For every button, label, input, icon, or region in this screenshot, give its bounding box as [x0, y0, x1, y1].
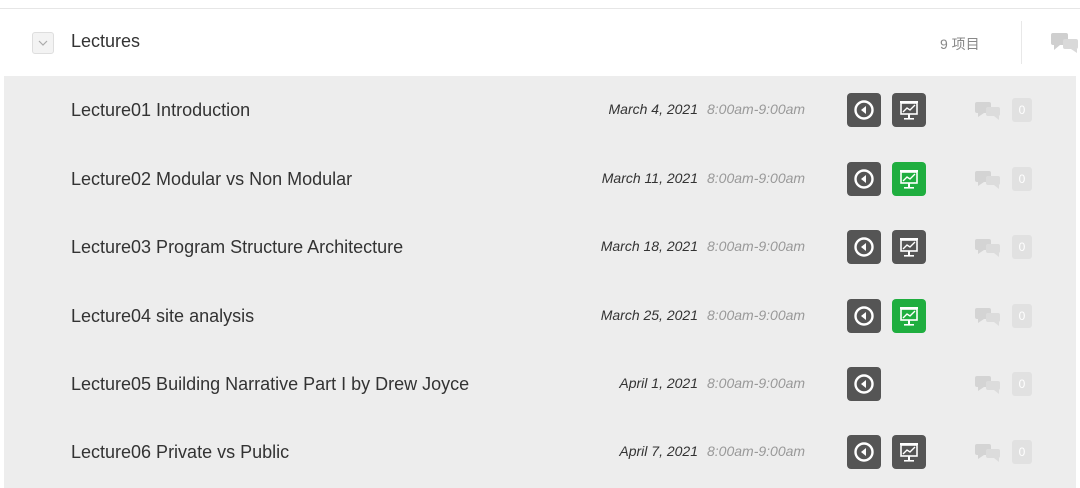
lecture-date: March 11, 2021	[601, 170, 698, 186]
lecture-date: March 25, 2021	[600, 307, 698, 323]
video-button[interactable]	[847, 435, 881, 469]
video-button[interactable]	[847, 93, 881, 127]
comments-icon[interactable]	[974, 375, 1004, 400]
video-button[interactable]	[847, 299, 881, 333]
play-back-circle-icon	[854, 100, 874, 120]
lecture-time: 8:00am-9:00am	[707, 375, 806, 391]
comments-icon[interactable]	[974, 101, 1004, 126]
slides-button[interactable]	[892, 435, 926, 469]
lecture-row: Lecture02 Modular vs Non Modular March 11…	[4, 145, 1076, 213]
lecture-row: Lecture06 Private vs Public April 7, 2021…	[4, 418, 1076, 486]
play-back-circle-icon	[854, 374, 874, 394]
presentation-icon	[900, 170, 918, 189]
presentation-icon	[900, 443, 918, 462]
lecture-time: 8:00am-9:00am	[707, 443, 806, 459]
item-count: 9 项目	[940, 36, 980, 52]
lecture-date: April 7, 2021	[619, 443, 698, 459]
comment-count-badge: 0	[1012, 235, 1032, 259]
slides-button[interactable]	[892, 162, 926, 196]
slides-button[interactable]	[892, 230, 926, 264]
lecture-date: April 1, 2021	[619, 375, 698, 391]
presentation-icon	[900, 101, 918, 120]
lecture-row: Lecture05 Building Narrative Part I by D…	[4, 350, 1076, 418]
lecture-title-link[interactable]: Lecture06 Private vs Public	[71, 442, 289, 463]
lecture-title-link[interactable]: Lecture02 Modular vs Non Modular	[71, 169, 352, 190]
lecture-list: Lecture01 Introduction March 4, 2021 8:00a…	[4, 76, 1076, 488]
play-back-circle-icon	[854, 237, 874, 257]
collapse-toggle-button[interactable]	[32, 32, 54, 54]
lecture-time: 8:00am-9:00am	[707, 238, 806, 254]
comments-icon[interactable]	[974, 238, 1004, 263]
header-divider	[1021, 21, 1022, 64]
comment-count-badge: 0	[1012, 167, 1032, 191]
comments-icon[interactable]	[974, 307, 1004, 332]
comment-count-badge: 0	[1012, 98, 1032, 122]
lecture-time: 8:00am-9:00am	[707, 170, 806, 186]
video-button[interactable]	[847, 162, 881, 196]
slides-button[interactable]	[892, 93, 926, 127]
slides-button[interactable]	[892, 299, 926, 333]
video-button[interactable]	[847, 367, 881, 401]
lecture-row: Lecture01 Introduction March 4, 2021 8:00a…	[4, 76, 1076, 144]
lecture-row: Lecture04 site analysis March 25, 2021 8:0…	[4, 282, 1076, 350]
chevron-down-icon	[38, 40, 48, 46]
presentation-icon	[900, 238, 918, 257]
lecture-time: 8:00am-9:00am	[707, 307, 806, 323]
lecture-title-link[interactable]: Lecture05 Building Narrative Part I by D…	[71, 374, 469, 395]
play-back-circle-icon	[854, 169, 874, 189]
lecture-title-link[interactable]: Lecture04 site analysis	[71, 306, 254, 327]
comments-icon[interactable]	[974, 443, 1004, 468]
lecture-title-link[interactable]: Lecture03 Program Structure Architecture	[71, 237, 403, 258]
lecture-row: Lecture03 Program Structure Architecture…	[4, 213, 1076, 281]
comments-icon[interactable]	[974, 170, 1004, 195]
lecture-time: 8:00am-9:00am	[707, 101, 806, 117]
comments-icon[interactable]	[1050, 31, 1080, 55]
lecture-title-link[interactable]: Lecture01 Introduction	[71, 100, 250, 121]
comment-count-badge: 0	[1012, 440, 1032, 464]
comment-count-badge: 0	[1012, 304, 1032, 328]
lecture-date: March 4, 2021	[608, 101, 699, 117]
comment-count-badge: 0	[1012, 372, 1032, 396]
presentation-icon	[900, 307, 918, 326]
play-back-circle-icon	[854, 442, 874, 462]
section-header: Lectures 9 项目	[0, 9, 1080, 76]
play-back-circle-icon	[854, 306, 874, 326]
section-title[interactable]: Lectures	[71, 31, 140, 52]
video-button[interactable]	[847, 230, 881, 264]
lecture-date: March 18, 2021	[600, 238, 698, 254]
